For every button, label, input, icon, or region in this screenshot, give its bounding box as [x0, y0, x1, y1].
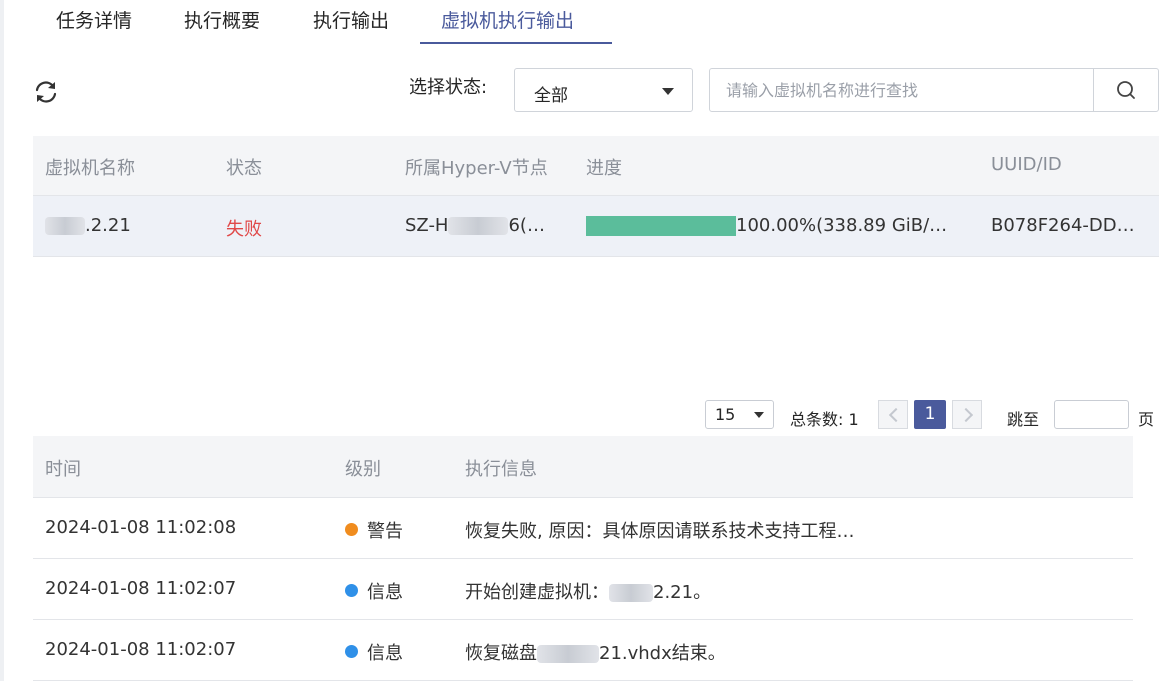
- search-icon: [1117, 81, 1135, 99]
- refresh-icon[interactable]: [32, 78, 60, 106]
- left-edge: [0, 0, 4, 681]
- table-row[interactable]: .2.21 失败 SZ-H 6(… 100.00%(338.89 GiB/… B0…: [33, 196, 1159, 257]
- vm-name-cell: .2.21: [45, 215, 131, 236]
- node-suffix: 6(…: [508, 215, 545, 236]
- chevron-right-icon: [958, 407, 974, 423]
- jump-page-input[interactable]: [1054, 400, 1129, 429]
- log-info-text: 恢复失败, 原因：具体原因请联系技术支持工程…: [465, 521, 855, 542]
- search-box: [709, 68, 1159, 112]
- log-info-prefix: 恢复磁盘: [465, 643, 537, 664]
- page-size-value: 15: [715, 405, 736, 424]
- log-info-suffix: 2.21。: [653, 582, 712, 603]
- col-vm-name[interactable]: 虚拟机名称: [45, 154, 135, 180]
- status-select[interactable]: 全部: [514, 68, 693, 112]
- tab-execution-output[interactable]: 执行输出: [313, 6, 389, 33]
- log-time: 2024-01-08 11:02:07: [45, 578, 237, 599]
- status-filter-label: 选择状态:: [409, 77, 488, 98]
- status-select-value: 全部: [534, 86, 568, 106]
- tab-execution-summary[interactable]: 执行概要: [184, 6, 260, 33]
- info-dot-icon: [345, 584, 358, 597]
- log-level: 信息: [367, 582, 403, 603]
- log-time: 2024-01-08 11:02:07: [45, 639, 237, 660]
- vm-search-input[interactable]: [710, 69, 1095, 111]
- vm-table-header: 虚拟机名称 状态 所属Hyper-V节点 进度 UUID/ID: [33, 136, 1159, 196]
- progress-bar: [586, 216, 736, 236]
- log-table: 时间 级别 执行信息 2024-01-08 11:02:08 警告 恢复失败, …: [33, 436, 1133, 681]
- redacted-text: [448, 217, 509, 235]
- tab-task-details[interactable]: 任务详情: [56, 6, 132, 33]
- table-row: 2024-01-08 11:02:08 警告 恢复失败, 原因：具体原因请联系技…: [33, 498, 1133, 559]
- search-button[interactable]: [1093, 69, 1158, 111]
- progress-text: 100.00%(338.89 GiB/…: [736, 215, 948, 236]
- log-level: 警告: [367, 521, 403, 542]
- tab-vm-execution-output[interactable]: 虚拟机执行输出: [441, 6, 574, 33]
- vm-table: 虚拟机名称 状态 所属Hyper-V节点 进度 UUID/ID .2.21 失败…: [33, 136, 1159, 257]
- jump-label: 跳至: [1007, 410, 1040, 429]
- pagination: 15 总条数: 1 1 跳至 页: [0, 400, 1175, 430]
- log-info-prefix: 开始创建虚拟机：: [465, 582, 609, 603]
- caret-down-icon: [662, 88, 674, 95]
- prev-page-button[interactable]: [878, 400, 908, 429]
- tab-bar: 任务详情 执行概要 执行输出 虚拟机执行输出: [33, 0, 1175, 44]
- redacted-text: [609, 584, 653, 602]
- log-info: 恢复失败, 原因：具体原因请联系技术支持工程…: [465, 517, 854, 543]
- info-dot-icon: [345, 645, 358, 658]
- col-uuid[interactable]: UUID/ID: [991, 154, 1062, 175]
- next-page-button[interactable]: [952, 400, 982, 429]
- col-time[interactable]: 时间: [45, 455, 81, 481]
- redacted-text: [537, 645, 599, 663]
- total-count: 总条数: 1: [790, 410, 859, 429]
- table-row: 2024-01-08 11:02:07 信息 恢复磁盘 21.vhdx结束。: [33, 620, 1133, 681]
- warning-dot-icon: [345, 523, 358, 536]
- log-table-header: 时间 级别 执行信息: [33, 436, 1133, 498]
- chevron-left-icon: [888, 407, 904, 423]
- log-info: 开始创建虚拟机： 2.21。: [465, 578, 711, 604]
- caret-down-icon: [754, 412, 764, 418]
- log-level: 信息: [367, 643, 403, 664]
- col-info[interactable]: 执行信息: [465, 455, 537, 481]
- uuid-cell: B078F264-DD…: [991, 215, 1135, 236]
- log-info-suffix: 21.vhdx结束。: [599, 643, 726, 664]
- table-row: 2024-01-08 11:02:07 信息 开始创建虚拟机： 2.21。: [33, 559, 1133, 620]
- log-info: 恢复磁盘 21.vhdx结束。: [465, 639, 726, 665]
- col-progress[interactable]: 进度: [586, 154, 622, 180]
- col-status[interactable]: 状态: [226, 154, 262, 180]
- status-cell: 失败: [226, 219, 262, 240]
- node-cell: SZ-H 6(…: [405, 215, 575, 236]
- current-page-button[interactable]: 1: [914, 400, 946, 429]
- vm-name-suffix: .2.21: [85, 215, 131, 236]
- redacted-text: [45, 217, 85, 235]
- log-time: 2024-01-08 11:02:08: [45, 517, 237, 538]
- active-tab-indicator: [420, 42, 612, 44]
- node-prefix: SZ-H: [405, 215, 449, 236]
- col-level[interactable]: 级别: [345, 455, 381, 481]
- page-unit-label: 页: [1138, 410, 1155, 429]
- col-hyperv-node[interactable]: 所属Hyper-V节点: [405, 154, 548, 180]
- page-size-select[interactable]: 15: [705, 400, 774, 429]
